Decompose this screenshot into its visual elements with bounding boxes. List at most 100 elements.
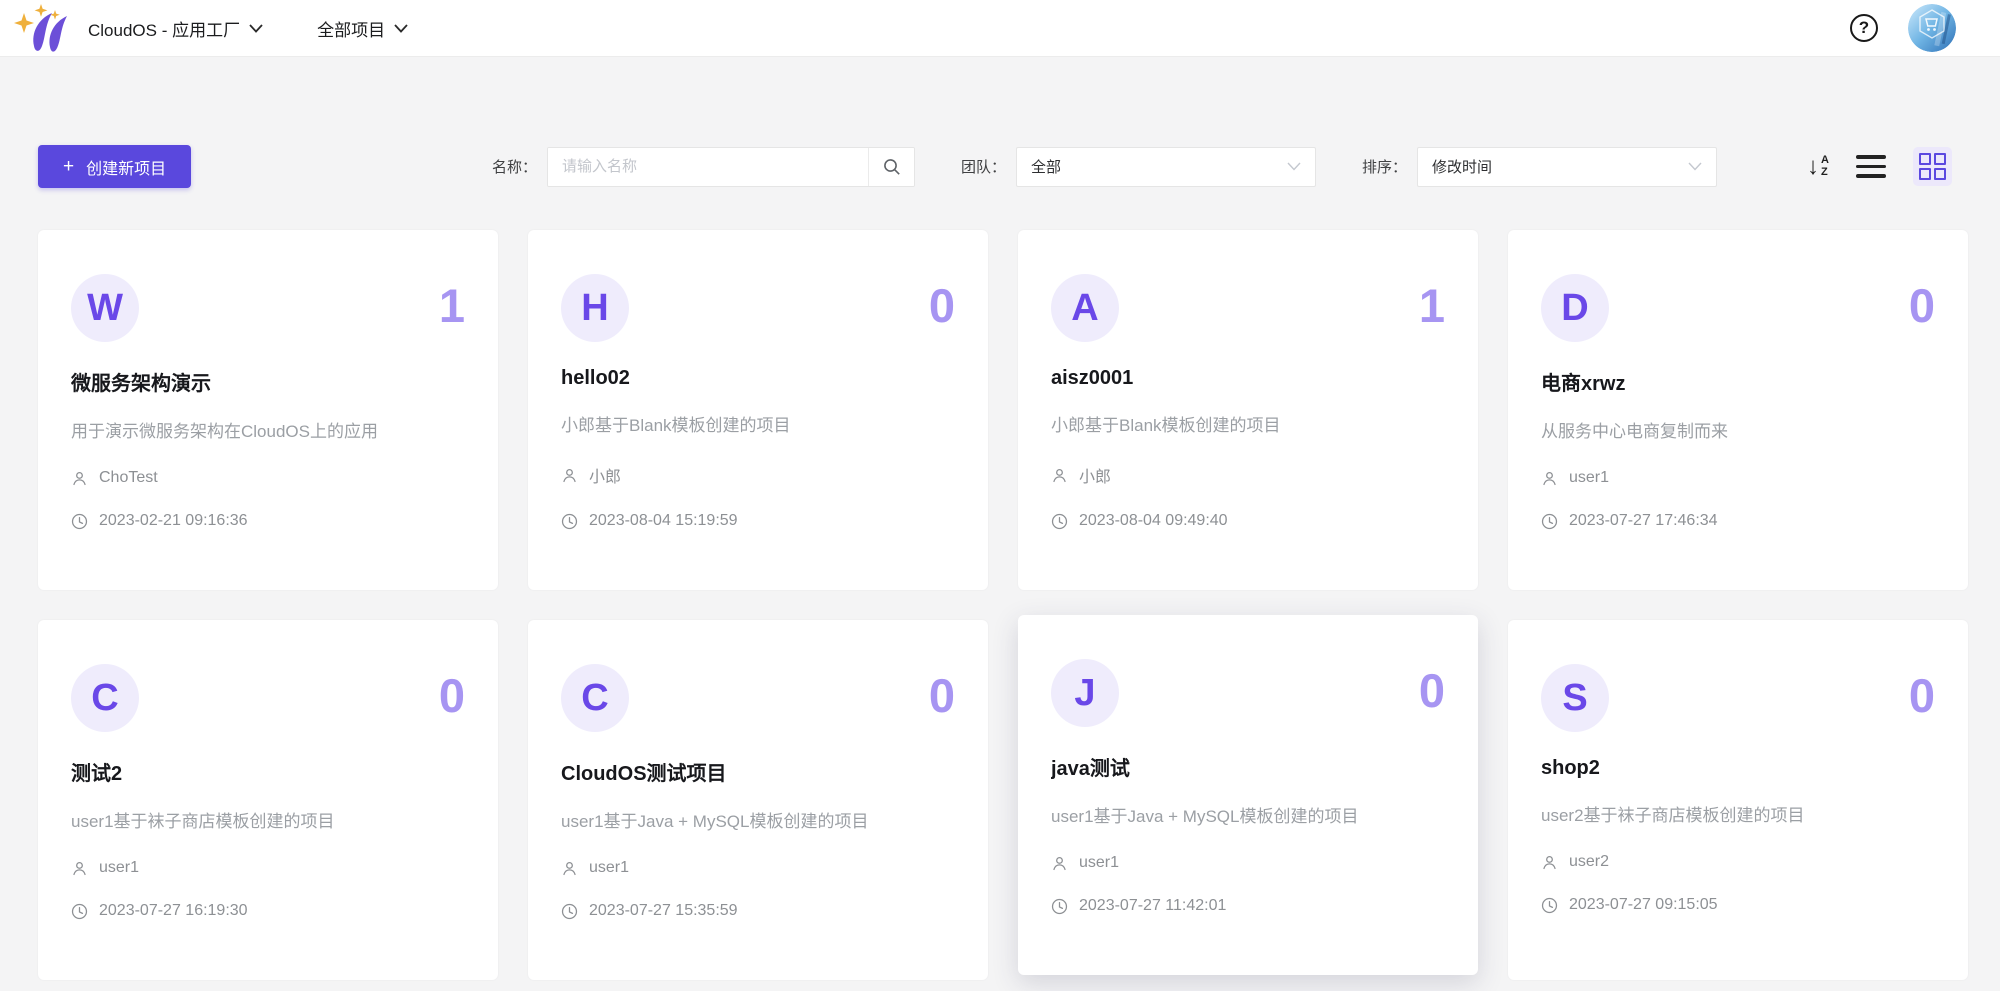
project-title: aisz0001 bbox=[1051, 367, 1445, 390]
project-description: user1基于Java + MySQL模板创建的项目 bbox=[561, 807, 955, 832]
project-count-badge: 0 bbox=[929, 664, 955, 728]
project-initial: D bbox=[1561, 287, 1588, 330]
name-search-input[interactable] bbox=[548, 148, 868, 186]
name-filter-label: 名称： bbox=[492, 156, 537, 177]
project-card[interactable]: J 0 java测试 user1基于Java + MySQL模板创建的项目 us… bbox=[1018, 615, 1478, 975]
person-icon bbox=[1541, 470, 1558, 487]
team-select[interactable]: 全部 bbox=[1016, 147, 1316, 187]
project-card[interactable]: H 0 hello02 小郎基于Blank模板创建的项目 小郎 2023-08-… bbox=[528, 230, 988, 590]
grid-view-icon[interactable] bbox=[1913, 147, 1952, 186]
project-count-badge: 0 bbox=[1909, 274, 1935, 338]
project-count-badge: 1 bbox=[439, 274, 465, 338]
project-filter-dropdown[interactable]: 全部项目 bbox=[317, 16, 408, 41]
project-count-badge: 0 bbox=[929, 274, 955, 338]
project-time: 2023-02-21 09:16:36 bbox=[99, 512, 248, 530]
project-description: 用于演示微服务架构在CloudOS上的应用 bbox=[71, 417, 465, 442]
project-time: 2023-08-04 09:49:40 bbox=[1079, 512, 1228, 530]
clock-icon bbox=[71, 903, 88, 920]
project-title: 测试2 bbox=[71, 757, 465, 786]
chevron-down-icon bbox=[1287, 162, 1301, 171]
project-card[interactable]: C 0 CloudOS测试项目 user1基于Java + MySQL模板创建的… bbox=[528, 620, 988, 980]
project-avatar: S bbox=[1541, 664, 1609, 732]
create-project-button[interactable]: + 创建新项目 bbox=[38, 145, 191, 188]
team-select-value: 全部 bbox=[1031, 156, 1061, 177]
clock-icon bbox=[561, 513, 578, 530]
project-card[interactable]: S 0 shop2 user2基于袜子商店模板创建的项目 user2 2023-… bbox=[1508, 620, 1968, 980]
project-owner: 小郎 bbox=[589, 463, 621, 487]
project-count-badge: 0 bbox=[1909, 664, 1935, 728]
app-logo-icon bbox=[10, 2, 76, 54]
sort-alpha-icon[interactable]: ↓ A Z bbox=[1807, 155, 1829, 179]
project-title: java测试 bbox=[1051, 752, 1445, 781]
project-count-badge: 0 bbox=[1419, 659, 1445, 723]
project-card[interactable]: A 1 aisz0001 小郎基于Blank模板创建的项目 小郎 2023-08… bbox=[1018, 230, 1478, 590]
project-title: hello02 bbox=[561, 367, 955, 390]
project-description: 从服务中心电商复制而来 bbox=[1541, 417, 1935, 442]
project-description: user1基于Java + MySQL模板创建的项目 bbox=[1051, 802, 1445, 827]
project-card[interactable]: C 0 测试2 user1基于袜子商店模板创建的项目 user1 2023-07… bbox=[38, 620, 498, 980]
search-icon bbox=[883, 158, 901, 176]
sort-select-value: 修改时间 bbox=[1432, 156, 1492, 177]
project-owner: user1 bbox=[99, 859, 139, 877]
chevron-down-icon bbox=[249, 24, 263, 33]
project-avatar: J bbox=[1051, 659, 1119, 727]
project-owner: user1 bbox=[589, 859, 629, 877]
app-header: CloudOS - 应用工厂 全部项目 ? bbox=[0, 0, 2000, 57]
project-count-badge: 0 bbox=[439, 664, 465, 728]
sort-select[interactable]: 修改时间 bbox=[1417, 147, 1717, 187]
clock-icon bbox=[1541, 897, 1558, 914]
project-initial: C bbox=[581, 677, 608, 720]
project-card[interactable]: D 0 电商xrwz 从服务中心电商复制而来 user1 2023-07-27 … bbox=[1508, 230, 1968, 590]
project-time: 2023-07-27 09:15:05 bbox=[1569, 896, 1718, 914]
user-avatar[interactable] bbox=[1908, 4, 1956, 52]
project-time: 2023-07-27 15:35:59 bbox=[589, 902, 738, 920]
project-time: 2023-07-27 16:19:30 bbox=[99, 902, 248, 920]
project-avatar: D bbox=[1541, 274, 1609, 342]
app-title: CloudOS - 应用工厂 bbox=[88, 16, 240, 41]
project-title: 电商xrwz bbox=[1541, 367, 1935, 396]
project-avatar: H bbox=[561, 274, 629, 342]
help-button[interactable]: ? bbox=[1850, 14, 1878, 42]
user-avatar-image bbox=[1908, 4, 1956, 52]
project-time: 2023-07-27 17:46:34 bbox=[1569, 512, 1718, 530]
project-description: user1基于袜子商店模板创建的项目 bbox=[71, 807, 465, 832]
search-button[interactable] bbox=[868, 148, 914, 186]
project-initial: S bbox=[1562, 677, 1587, 720]
project-initial: H bbox=[581, 287, 608, 330]
person-icon bbox=[1051, 855, 1068, 872]
project-description: 小郎基于Blank模板创建的项目 bbox=[1051, 411, 1445, 436]
app-switcher[interactable]: CloudOS - 应用工厂 bbox=[88, 16, 263, 41]
project-time: 2023-07-27 11:42:01 bbox=[1079, 897, 1226, 915]
project-owner: user1 bbox=[1569, 469, 1609, 487]
project-card[interactable]: W 1 微服务架构演示 用于演示微服务架构在CloudOS上的应用 ChoTes… bbox=[38, 230, 498, 590]
project-time: 2023-08-04 15:19:59 bbox=[589, 512, 738, 530]
project-avatar: A bbox=[1051, 274, 1119, 342]
project-owner: ChoTest bbox=[99, 469, 158, 487]
list-view-icon[interactable] bbox=[1856, 152, 1886, 180]
project-description: 小郎基于Blank模板创建的项目 bbox=[561, 411, 955, 436]
sort-filter-label: 排序： bbox=[1362, 156, 1407, 177]
project-owner: 小郎 bbox=[1079, 463, 1111, 487]
project-initial: A bbox=[1071, 287, 1098, 330]
question-icon: ? bbox=[1859, 18, 1869, 38]
plus-icon: + bbox=[63, 157, 74, 176]
project-initial: C bbox=[91, 677, 118, 720]
project-description: user2基于袜子商店模板创建的项目 bbox=[1541, 801, 1935, 826]
project-owner: user1 bbox=[1079, 854, 1119, 872]
create-project-label: 创建新项目 bbox=[86, 155, 166, 179]
team-filter-label: 团队： bbox=[961, 156, 1006, 177]
clock-icon bbox=[1051, 898, 1068, 915]
clock-icon bbox=[561, 903, 578, 920]
project-grid: W 1 微服务架构演示 用于演示微服务架构在CloudOS上的应用 ChoTes… bbox=[38, 230, 1968, 980]
project-avatar: W bbox=[71, 274, 139, 342]
clock-icon bbox=[1541, 513, 1558, 530]
toolbar: + 创建新项目 名称： 团队： 全部 排序： 修改时间 ↓ bbox=[38, 145, 1952, 188]
chevron-down-icon bbox=[394, 24, 408, 33]
person-icon bbox=[1051, 467, 1068, 484]
clock-icon bbox=[1051, 513, 1068, 530]
project-title: CloudOS测试项目 bbox=[561, 757, 955, 786]
person-icon bbox=[561, 467, 578, 484]
clock-icon bbox=[71, 513, 88, 530]
view-controls: ↓ A Z bbox=[1807, 147, 1952, 186]
project-initial: J bbox=[1074, 672, 1095, 715]
